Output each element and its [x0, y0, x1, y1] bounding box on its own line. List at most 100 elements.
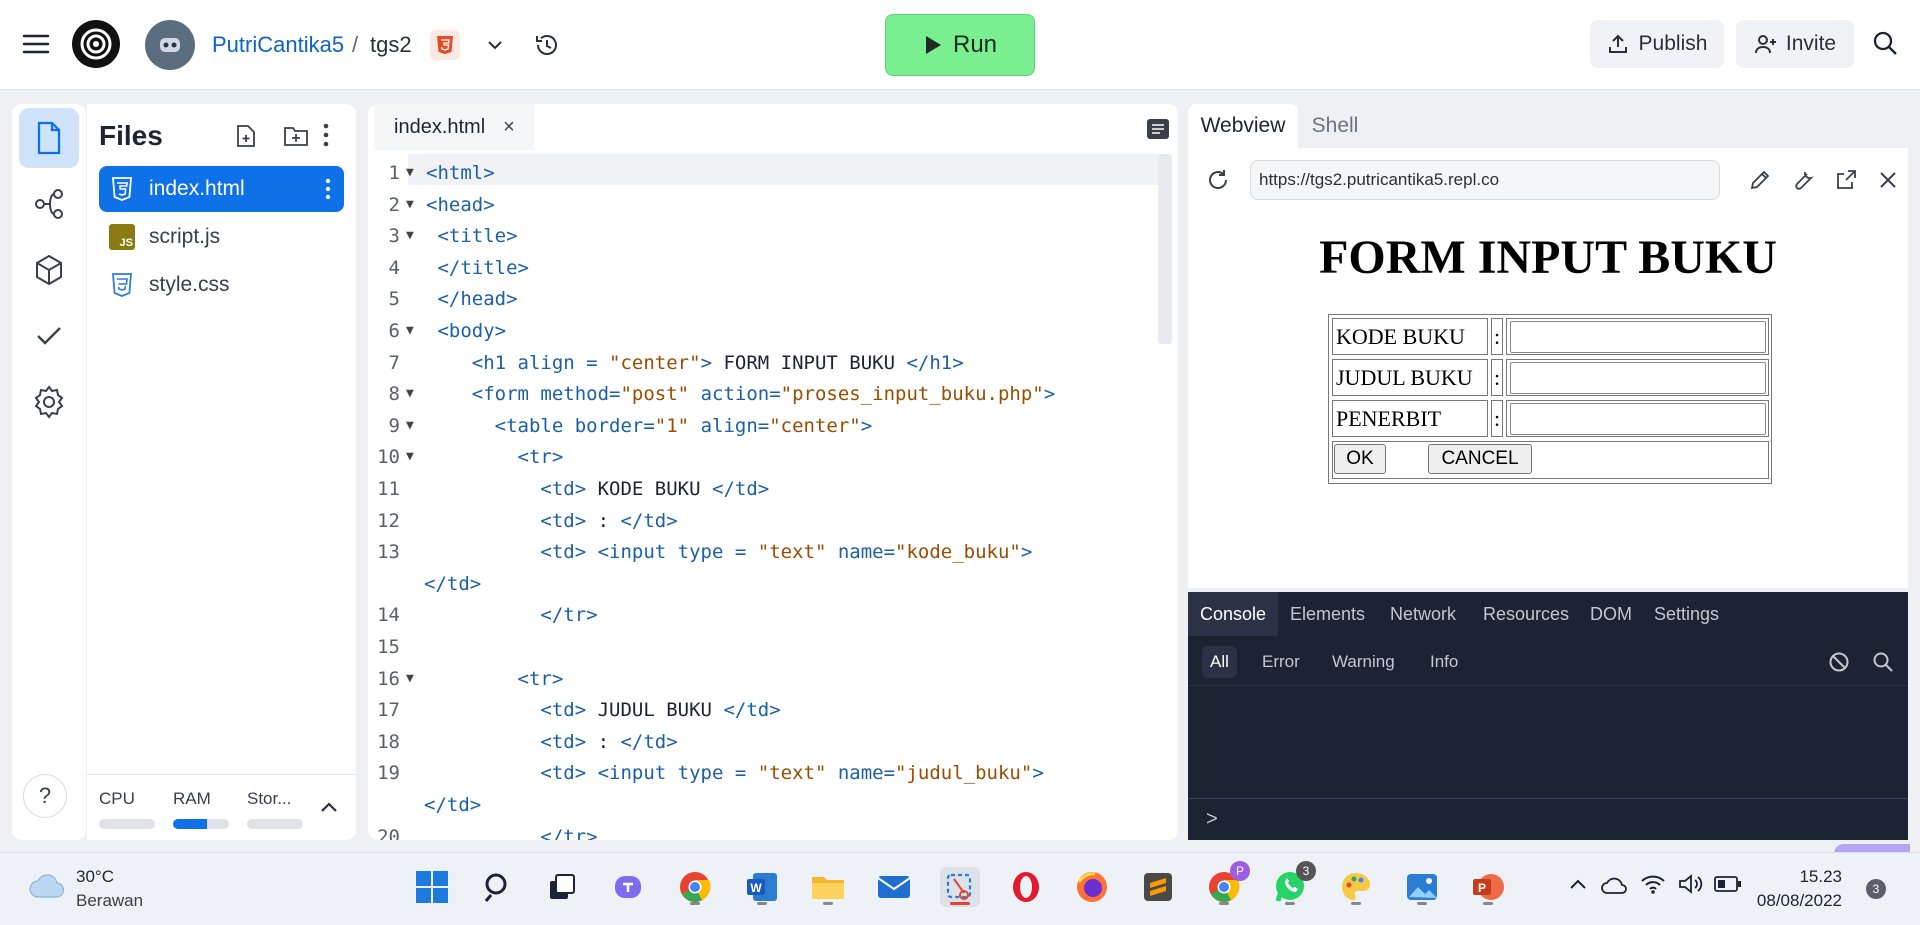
- close-icon[interactable]: ×: [503, 116, 515, 139]
- url-bar[interactable]: https://tgs2.putricantika5.repl.co: [1250, 160, 1720, 200]
- tab-network[interactable]: Network: [1390, 592, 1456, 636]
- avatar[interactable]: [145, 20, 195, 70]
- chrome-profile-icon[interactable]: P: [1204, 861, 1250, 907]
- edit-icon[interactable]: [1748, 168, 1772, 197]
- clock-time[interactable]: 15.23: [1762, 867, 1842, 887]
- filter-all[interactable]: All: [1202, 646, 1237, 678]
- teams-icon[interactable]: [608, 867, 648, 907]
- chevron-up-icon[interactable]: [319, 800, 339, 819]
- firefox-icon[interactable]: [1072, 867, 1112, 907]
- code-line: <html>: [426, 162, 495, 184]
- ok-button[interactable]: OK: [1334, 444, 1386, 474]
- settings-tool-button[interactable]: [19, 372, 79, 432]
- user-link[interactable]: PutriCantika5: [212, 32, 344, 58]
- tab-settings[interactable]: Settings: [1654, 592, 1719, 636]
- new-folder-icon[interactable]: [283, 125, 309, 152]
- search-icon[interactable]: [1872, 651, 1894, 678]
- weather-desc[interactable]: Berawan: [76, 891, 143, 911]
- console-input[interactable]: >: [1188, 798, 1908, 840]
- sublime-icon[interactable]: [1138, 867, 1178, 907]
- tab-index-html[interactable]: index.html ×: [374, 104, 534, 152]
- code-token: </td>: [620, 509, 678, 532]
- task-view-icon[interactable]: [542, 867, 582, 907]
- code-line: </td>: [424, 573, 481, 595]
- powerpoint-icon[interactable]: P: [1468, 867, 1508, 907]
- chrome-icon[interactable]: [675, 867, 715, 907]
- fold-toggle-icon[interactable]: ▼: [406, 671, 414, 686]
- tab-dom[interactable]: DOM: [1590, 592, 1632, 636]
- close-icon[interactable]: [1878, 170, 1898, 195]
- chevron-up-icon[interactable]: [1568, 877, 1588, 896]
- snipping-tool-icon[interactable]: [940, 867, 980, 907]
- line-number: 6: [388, 320, 400, 342]
- tab-shell[interactable]: Shell: [1300, 104, 1370, 148]
- judul-buku-input[interactable]: [1510, 362, 1766, 394]
- fold-toggle-icon[interactable]: ▼: [406, 165, 414, 180]
- file-more-icon[interactable]: [324, 177, 332, 207]
- code-line: <h1 align = "center"> FORM INPUT BUKU </…: [426, 352, 964, 374]
- word-icon[interactable]: W: [742, 867, 782, 907]
- code-token: <form method=: [471, 383, 621, 406]
- filter-error[interactable]: Error: [1254, 646, 1308, 678]
- photos-icon[interactable]: [1402, 867, 1442, 907]
- file-item-script-js[interactable]: JS script.js: [99, 214, 344, 260]
- publish-button[interactable]: Publish: [1590, 20, 1724, 68]
- battery-icon[interactable]: [1714, 875, 1742, 898]
- tab-console[interactable]: Console: [1188, 592, 1279, 636]
- fold-toggle-icon[interactable]: ▼: [406, 386, 414, 401]
- git-tool-button[interactable]: [19, 174, 79, 234]
- tab-elements[interactable]: Elements: [1290, 592, 1365, 636]
- clock-date[interactable]: 08/08/2022: [1742, 891, 1842, 911]
- reload-icon[interactable]: [1206, 168, 1230, 197]
- folder-icon[interactable]: [808, 867, 848, 907]
- taskbar-search-icon[interactable]: [478, 867, 518, 907]
- run-button[interactable]: Run: [885, 14, 1035, 76]
- cancel-button[interactable]: CANCEL: [1428, 444, 1532, 474]
- files-more-icon[interactable]: [321, 122, 331, 153]
- history-icon[interactable]: [532, 30, 562, 65]
- fold-toggle-icon[interactable]: ▼: [406, 228, 414, 243]
- file-item-index-html[interactable]: index.html: [99, 166, 344, 212]
- penerbit-input[interactable]: [1510, 403, 1766, 435]
- devtools-icon[interactable]: [1791, 168, 1815, 197]
- help-button[interactable]: ?: [23, 774, 67, 818]
- repl-name[interactable]: tgs2: [370, 32, 412, 58]
- filter-warning[interactable]: Warning: [1324, 646, 1403, 678]
- editor-panel-icon[interactable]: [1146, 118, 1170, 145]
- kode-buku-input[interactable]: [1510, 321, 1766, 353]
- start-button[interactable]: [412, 867, 452, 907]
- packages-tool-button[interactable]: [19, 240, 79, 300]
- wifi-icon[interactable]: [1640, 873, 1666, 900]
- fold-toggle-icon[interactable]: ▼: [406, 323, 414, 338]
- opera-icon[interactable]: [1006, 867, 1046, 907]
- tab-resources[interactable]: Resources: [1483, 592, 1569, 636]
- whatsapp-icon[interactable]: 3: [1270, 861, 1316, 907]
- notification-badge[interactable]: 3: [1866, 879, 1886, 899]
- fold-toggle-icon[interactable]: ▼: [406, 197, 414, 212]
- editor-scrollbar[interactable]: [1158, 154, 1172, 344]
- onedrive-icon[interactable]: [1600, 875, 1628, 900]
- file-item-style-css[interactable]: style.css: [99, 262, 344, 308]
- new-file-icon[interactable]: [235, 124, 257, 153]
- volume-icon[interactable]: [1678, 873, 1704, 900]
- fold-toggle-icon[interactable]: ▼: [406, 449, 414, 464]
- chevron-down-icon[interactable]: [484, 34, 506, 61]
- menu-icon[interactable]: [20, 28, 52, 60]
- paint-icon[interactable]: [1336, 867, 1376, 907]
- files-tool-button[interactable]: [19, 108, 79, 168]
- invite-button[interactable]: Invite: [1736, 20, 1854, 68]
- weather-temp[interactable]: 30°C: [76, 867, 114, 887]
- fold-toggle-icon[interactable]: ▼: [406, 418, 414, 433]
- code-token: >: [700, 351, 713, 374]
- tests-tool-button[interactable]: [19, 306, 79, 366]
- mail-icon[interactable]: [874, 867, 914, 907]
- filter-info[interactable]: Info: [1422, 646, 1466, 678]
- clear-console-icon[interactable]: [1828, 651, 1850, 678]
- search-icon[interactable]: [1870, 28, 1900, 63]
- code-token: </title>: [437, 256, 529, 279]
- replit-logo[interactable]: [72, 20, 120, 68]
- tab-webview[interactable]: Webview: [1188, 104, 1298, 148]
- open-external-icon[interactable]: [1834, 168, 1858, 197]
